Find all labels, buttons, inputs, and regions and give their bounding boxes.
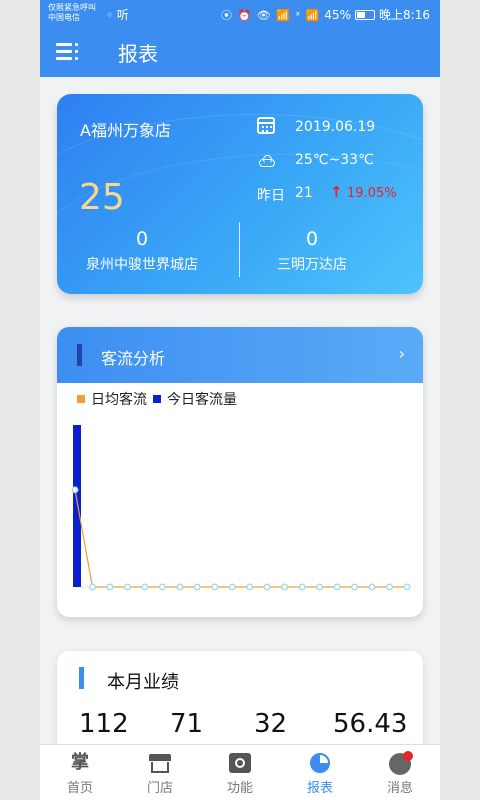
chart-line xyxy=(74,489,407,588)
legend-label: 日均客流 xyxy=(91,392,147,408)
chart-point xyxy=(351,583,359,591)
bottom-nav: 掌 首页 门店 功能 报表 消息 xyxy=(40,744,440,800)
battery-icon xyxy=(355,9,376,20)
clock: 晚上8:16 xyxy=(379,8,430,22)
carrier-line-1: 仅限紧急呼叫 xyxy=(48,3,96,12)
nav-label: 门店 xyxy=(146,781,173,796)
chart-point xyxy=(106,583,114,591)
section-marker xyxy=(77,344,82,366)
today-visitor-count: 25 xyxy=(79,177,125,218)
nav-label: 消息 xyxy=(386,781,413,796)
legend-label: 今日客流量 xyxy=(167,392,237,408)
arrow-up-icon: ↑ xyxy=(330,183,343,201)
month-title: 本月业绩 xyxy=(107,672,179,693)
chart-point xyxy=(211,583,219,591)
cloud-icon xyxy=(257,154,277,168)
traffic-title: 客流分析 xyxy=(101,349,166,368)
sub-store-name: 泉州中骏世界城店 xyxy=(86,257,198,273)
nav-label: 首页 xyxy=(66,781,93,796)
chart-point xyxy=(333,583,341,591)
calendar-icon xyxy=(257,117,275,134)
chevron-right-icon[interactable]: › xyxy=(399,344,405,363)
chart-point xyxy=(386,583,394,591)
page-title: 报表 xyxy=(118,42,158,66)
nav-function[interactable]: 功能 xyxy=(200,745,280,800)
chart-point xyxy=(158,583,166,591)
chart-point xyxy=(123,583,131,591)
message-icon xyxy=(389,751,413,775)
sub-store-item[interactable]: 0 三明万达店 xyxy=(227,228,397,274)
carrier-line-2: 中国电信 xyxy=(48,13,80,22)
battery-percent: 45% xyxy=(324,7,352,22)
home-icon: 掌 xyxy=(71,752,89,773)
sub-store-value: 0 xyxy=(135,228,149,250)
nav-report[interactable]: 报表 xyxy=(280,745,360,800)
section-marker xyxy=(79,667,84,689)
chart-point xyxy=(368,583,376,591)
sub-store-item[interactable]: 0 泉州中骏世界城店 xyxy=(57,228,227,274)
yesterday-change: 19.05% xyxy=(347,186,397,201)
chart-point xyxy=(228,583,236,591)
report-date[interactable]: 2019.06.19 xyxy=(295,119,375,135)
chart-point xyxy=(193,583,201,591)
traffic-analysis-card: 客流分析 › 日均客流 今日客流量 xyxy=(57,327,423,617)
chart-point xyxy=(403,583,411,591)
legend-swatch xyxy=(77,395,85,403)
app-header: 报表 xyxy=(40,26,440,77)
yesterday-label: 昨日 xyxy=(257,188,285,204)
chart-point xyxy=(246,583,254,591)
legend-item: 日均客流 xyxy=(77,389,147,409)
store-summary-card[interactable]: A福州万象店 2019.06.19 25℃~33℃ 25 昨日 21 ↑ 19.… xyxy=(57,94,423,294)
chart-point xyxy=(141,583,149,591)
legend-item: 今日客流量 xyxy=(153,389,237,409)
status-icons: ⦿ ⏰ 👁 📶 ˣ 📶 xyxy=(220,8,321,22)
chart-legend: 日均客流 今日客流量 xyxy=(77,389,243,409)
month-metric: 112 xyxy=(79,709,129,739)
month-metric: 32 xyxy=(254,709,288,739)
status-extra: ◦ 听 xyxy=(106,8,129,22)
temperature: 25℃~33℃ xyxy=(295,152,374,168)
app-screen: 仅限紧急呼叫 中国电信 ◦ 听 ⦿ ⏰ 👁 📶 ˣ 📶 45% 晚上8:16 报… xyxy=(40,0,440,800)
month-metric: 56.43 xyxy=(333,709,408,739)
month-metric: 71 xyxy=(170,709,204,739)
chart-point xyxy=(176,583,184,591)
chart-point xyxy=(316,583,324,591)
status-bar: 仅限紧急呼叫 中国电信 ◦ 听 ⦿ ⏰ 👁 📶 ˣ 📶 45% 晚上8:16 xyxy=(40,0,440,26)
store-icon xyxy=(149,753,171,773)
function-icon xyxy=(229,753,251,773)
chart-point xyxy=(263,583,271,591)
traffic-header[interactable]: 客流分析 › xyxy=(57,327,423,383)
nav-message[interactable]: 消息 xyxy=(360,745,440,800)
chart-point xyxy=(298,583,306,591)
carrier-info: 仅限紧急呼叫 中国电信 xyxy=(48,3,96,23)
sub-store-name: 三明万达店 xyxy=(277,257,347,273)
chart-point xyxy=(88,583,96,591)
nav-home[interactable]: 掌 首页 xyxy=(40,745,120,800)
status-right: ⦿ ⏰ 👁 📶 ˣ 📶 45% 晚上8:16 xyxy=(221,6,430,23)
yesterday-value: 21 xyxy=(295,185,313,201)
legend-swatch xyxy=(153,395,161,403)
store-name[interactable]: A福州万象店 xyxy=(80,117,171,141)
report-icon xyxy=(310,753,330,773)
nav-label: 功能 xyxy=(226,781,253,796)
menu-icon[interactable] xyxy=(56,41,80,61)
sub-store-value: 0 xyxy=(305,228,319,250)
nav-store[interactable]: 门店 xyxy=(120,745,200,800)
chart-point xyxy=(71,486,79,494)
traffic-chart xyxy=(71,425,411,591)
nav-label: 报表 xyxy=(306,781,333,796)
chart-point xyxy=(281,583,289,591)
chart-bar xyxy=(73,425,81,587)
